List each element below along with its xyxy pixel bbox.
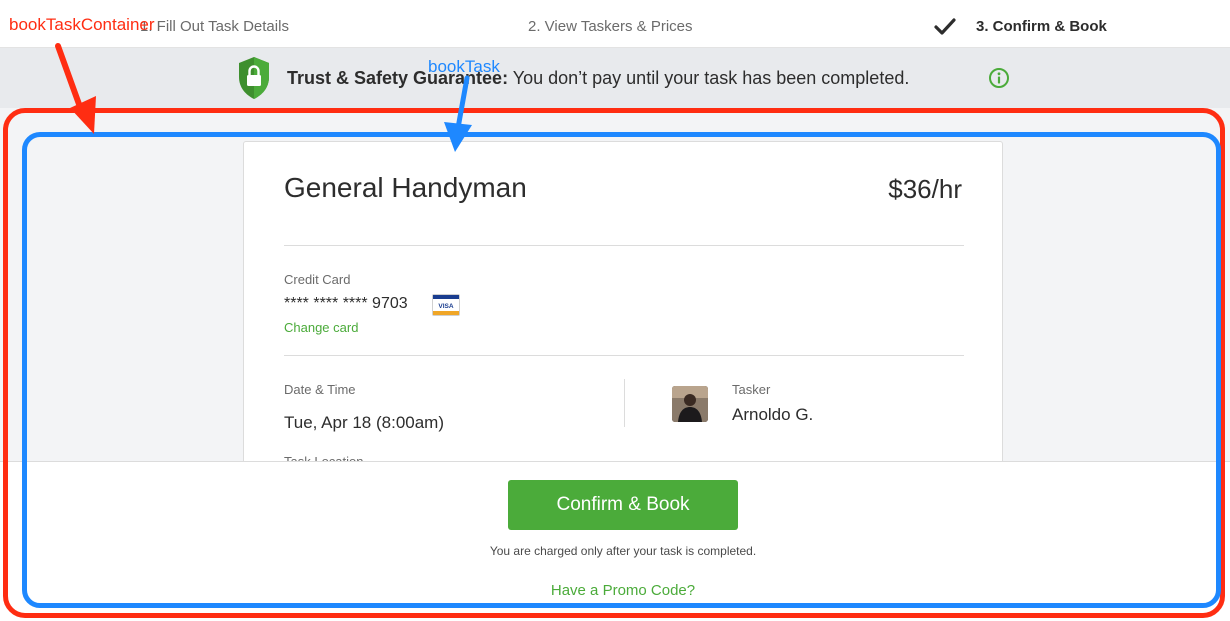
promo-code-link[interactable]: Have a Promo Code? (0, 582, 1230, 599)
booking-footer: Confirm & Book You are charged only afte… (0, 461, 1230, 621)
divider (284, 355, 964, 356)
date-time-value: Tue, Apr 18 (8:00am) (284, 413, 445, 432)
confirm-book-button[interactable]: Confirm & Book (508, 480, 738, 530)
shield-lock-icon (239, 57, 269, 99)
credit-card-label: Credit Card (284, 272, 351, 287)
tasker-avatar (672, 386, 708, 422)
annotation-label-container: bookTaskContainer (9, 15, 155, 34)
date-time-label: Date & Time (284, 382, 356, 397)
tasker-label: Tasker (732, 382, 771, 397)
step-view-taskers[interactable]: 2. View Taskers & Prices (528, 18, 693, 35)
task-title: General Handyman (284, 172, 527, 203)
step-fill-out-details[interactable]: 1. Fill Out Task Details (140, 18, 289, 35)
annotation-label-task: bookTask (428, 57, 500, 76)
visa-brand-text: VISA (438, 303, 453, 310)
change-card-link[interactable]: Change card (284, 320, 358, 335)
book-task-card: General Handyman $36/hr Credit Card ****… (243, 141, 1003, 471)
avatar-image (672, 386, 708, 422)
trust-safety-message: Trust & Safety Guarantee: You don’t pay … (287, 68, 909, 89)
step-confirm-book[interactable]: 3. Confirm & Book (976, 18, 1107, 35)
column-separator (624, 379, 625, 427)
divider (284, 245, 964, 246)
banner-body: You don’t pay until your task has been c… (508, 68, 910, 88)
checkmark-icon (934, 18, 956, 35)
visa-card-icon: VISA (432, 294, 460, 316)
hourly-rate: $36/hr (888, 174, 962, 204)
trust-safety-banner: Trust & Safety Guarantee: You don’t pay … (0, 48, 1230, 108)
charge-note: You are charged only after your task is … (489, 544, 757, 558)
card-number: **** **** **** 9703 (284, 295, 408, 312)
tasker-name: Arnoldo G. (732, 405, 814, 424)
info-icon[interactable] (988, 67, 1010, 89)
book-task-page: 1. Fill Out Task Details 2. View Taskers… (0, 0, 1230, 621)
progress-steps: 1. Fill Out Task Details 2. View Taskers… (0, 0, 1230, 48)
